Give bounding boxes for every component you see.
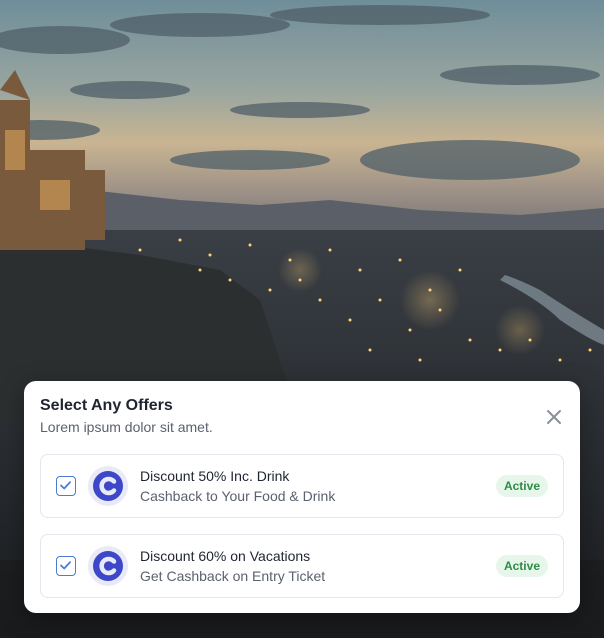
check-icon	[60, 561, 71, 570]
close-button[interactable]	[544, 407, 564, 427]
offer-subtitle: Get Cashback on Entry Ticket	[140, 568, 326, 584]
brand-c-logo	[88, 466, 128, 506]
offer-card[interactable]: Discount 60% on Vacations Get Cashback o…	[40, 534, 564, 598]
offer-title: Discount 60% on Vacations	[140, 548, 311, 564]
offer-checkbox[interactable]	[56, 476, 76, 496]
check-icon	[60, 481, 71, 490]
modal-title: Select Any Offers	[40, 397, 173, 414]
offer-subtitle: Cashback to Your Food & Drink	[140, 488, 336, 504]
offers-modal: Select Any Offers Lorem ipsum dolor sit …	[24, 381, 580, 613]
brand-c-logo	[88, 546, 128, 586]
modal-subtitle: Lorem ipsum dolor sit amet.	[40, 419, 213, 435]
offer-card[interactable]: Discount 50% Inc. Drink Cashback to Your…	[40, 454, 564, 518]
offer-title: Discount 50% Inc. Drink	[140, 468, 290, 484]
status-badge: Active	[495, 555, 548, 577]
close-icon	[547, 410, 561, 424]
status-badge: Active	[495, 475, 548, 497]
offer-checkbox[interactable]	[56, 556, 76, 576]
